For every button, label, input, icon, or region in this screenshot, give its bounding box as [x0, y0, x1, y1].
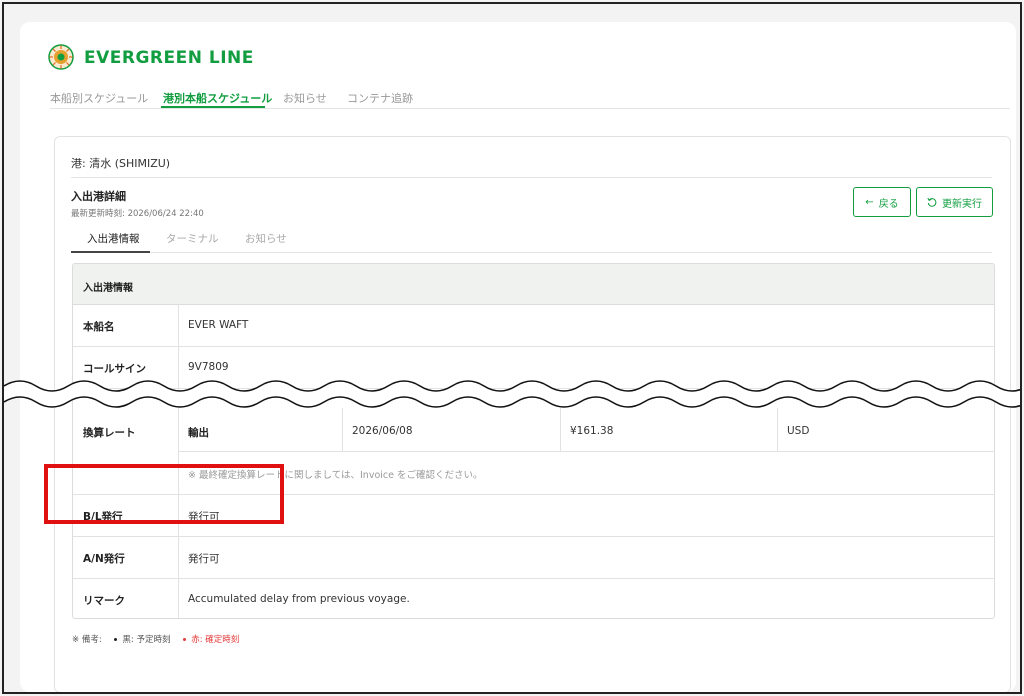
red-dot-icon	[183, 638, 187, 641]
row-label: 換算レート	[83, 427, 136, 439]
refresh-button[interactable]: 更新実行	[916, 187, 993, 217]
arrow-left-icon: ←	[865, 196, 874, 208]
back-button-label: 戻る	[878, 198, 899, 210]
refresh-icon	[927, 197, 937, 207]
rate-note-divider	[178, 451, 994, 452]
nav-tab-container-tracking[interactable]: コンテナ追跡	[347, 90, 413, 106]
sub-tab-divider	[71, 252, 992, 253]
nav-divider	[50, 108, 1010, 109]
legend-prefix: ※ 備考:	[72, 635, 102, 645]
row-value: 発行可	[188, 553, 220, 565]
row-value: Accumulated delay from previous voyage.	[188, 593, 410, 605]
rate-direction: 輸出	[188, 427, 209, 439]
row-label: A/N発行	[83, 553, 125, 565]
table-row-an-issue: A/N発行 発行可	[73, 536, 994, 579]
page-skip-wave	[4, 380, 1020, 408]
legend-black: 黒: 予定時刻	[122, 635, 171, 645]
rate-currency: USD	[787, 425, 810, 437]
port-label: 港: 清水 (SHIMIZU)	[71, 157, 171, 170]
rate-date: 2026/06/08	[352, 425, 413, 437]
tab-notices[interactable]: お知らせ	[245, 231, 287, 246]
rate-value: ¥161.38	[570, 425, 614, 437]
row-label: 本船名	[83, 321, 115, 333]
port-divider	[71, 177, 992, 178]
refresh-button-label: 更新実行	[942, 198, 982, 210]
nav-tab-notices[interactable]: お知らせ	[283, 90, 327, 106]
tab-terminal[interactable]: ターミナル	[166, 231, 219, 246]
tab-port-info[interactable]: 入出港情報	[87, 231, 140, 246]
page-card: EVERGREEN LINE 本船別スケジュール 港別本船スケジュール お知らせ…	[20, 22, 1016, 692]
back-button[interactable]: ← 戻る	[853, 187, 911, 217]
sub-tab-active-indicator	[71, 251, 150, 253]
legend-note: ※ 備考: 黒: 予定時刻 赤: 確定時刻	[72, 633, 239, 645]
nav-tab-port-schedule[interactable]: 港別本船スケジュール	[163, 90, 272, 106]
table-row-vessel-name: 本船名 EVER WAFT	[73, 304, 994, 347]
port-info-table: 入出港情報 本船名 EVER WAFT コールサイン 9V7809 換算レート …	[72, 263, 995, 619]
bl-highlight-box	[44, 464, 284, 524]
table-header: 入出港情報	[73, 264, 994, 305]
screenshot-frame: EVERGREEN LINE 本船別スケジュール 港別本船スケジュール お知らせ…	[2, 2, 1022, 694]
last-updated: 最新更新時刻: 2026/06/24 22:40	[71, 209, 204, 219]
table-row-remarks: リマーク Accumulated delay from previous voy…	[73, 578, 994, 618]
row-label: リマーク	[83, 595, 125, 607]
table-header-label: 入出港情報	[83, 283, 133, 294]
detail-title: 入出港詳細	[71, 190, 126, 203]
evergreen-logo-icon	[48, 44, 74, 70]
row-value: EVER WAFT	[188, 319, 249, 331]
nav-tab-vessel-schedule[interactable]: 本船別スケジュール	[50, 90, 148, 106]
brand-name[interactable]: EVERGREEN LINE	[84, 48, 254, 68]
black-dot-icon	[114, 638, 118, 641]
legend-red: 赤: 確定時刻	[191, 635, 240, 645]
